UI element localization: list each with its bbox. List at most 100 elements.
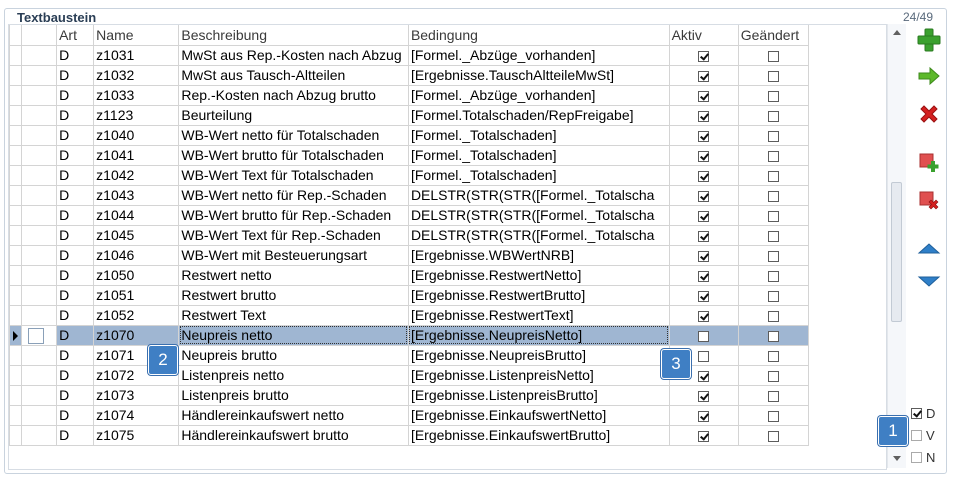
aktiv-checkbox[interactable] [698, 390, 710, 402]
cell-aktiv[interactable] [668, 304, 739, 326]
cell-name[interactable]: z1040 [93, 124, 180, 146]
table-row[interactable]: Dz1070 Neupreis netto [Ergebnisse.Neupreis… [9, 324, 810, 346]
cell-geaendert[interactable] [737, 84, 810, 106]
delete-button[interactable] [914, 100, 944, 128]
cell-name[interactable]: z1033 [93, 84, 180, 106]
cell-art[interactable]: D [56, 284, 95, 306]
geaendert-checkbox[interactable] [767, 290, 779, 302]
table-row[interactable]: Dz1123 Beurteilung [Formel.Totalschaden/Re… [9, 104, 810, 126]
row-selector[interactable] [21, 424, 58, 446]
geaendert-checkbox[interactable] [767, 130, 779, 142]
cell-aktiv[interactable] [668, 324, 739, 346]
cell-aktiv[interactable] [668, 104, 739, 126]
aktiv-checkbox[interactable] [698, 430, 710, 442]
scrollbar-thumb[interactable] [891, 182, 902, 322]
cell-geaendert[interactable] [737, 264, 810, 286]
cell-bedingung[interactable]: [Ergebnisse.RestwertBrutto] [407, 284, 670, 306]
cell-geaendert[interactable] [737, 384, 810, 406]
cell-beschreibung[interactable]: Restwert netto [178, 264, 409, 286]
geaendert-checkbox[interactable] [767, 150, 779, 162]
cell-bedingung[interactable]: [Ergebnisse.NeupreisNetto] [407, 324, 670, 346]
cell-bedingung[interactable]: [Ergebnisse.RestwertText] [407, 304, 670, 326]
cell-beschreibung[interactable]: Listenpreis netto [178, 364, 409, 386]
cell-bedingung[interactable]: [Ergebnisse.WBWertNRB] [407, 244, 670, 266]
remove-row-button[interactable] [914, 186, 944, 214]
row-selector[interactable] [21, 204, 58, 226]
table-row[interactable]: Dz1042 WB-Wert Text für Totalschaden [Form… [9, 164, 810, 186]
cell-art[interactable]: D [56, 384, 95, 406]
geaendert-checkbox[interactable] [767, 430, 779, 442]
table-row[interactable]: Dz1043 WB-Wert netto für Rep.-Schaden DELS… [9, 184, 810, 206]
cell-geaendert[interactable] [737, 164, 810, 186]
aktiv-checkbox[interactable] [698, 290, 710, 302]
aktiv-checkbox[interactable] [698, 310, 710, 322]
table-row[interactable]: Dz1052 Restwert Text [Ergebnisse.RestwertT… [9, 304, 810, 326]
cell-beschreibung[interactable]: WB-Wert Text für Rep.-Schaden [178, 224, 409, 246]
cell-geaendert[interactable] [737, 44, 810, 66]
filter-d[interactable]: D [911, 406, 935, 421]
header-aktiv[interactable]: Aktiv [668, 25, 739, 46]
cell-aktiv[interactable] [668, 424, 739, 446]
geaendert-checkbox[interactable] [767, 110, 779, 122]
geaendert-checkbox[interactable] [767, 330, 779, 342]
cell-name[interactable]: z1042 [93, 164, 180, 186]
aktiv-checkbox[interactable] [698, 210, 710, 222]
cell-geaendert[interactable] [737, 104, 810, 126]
geaendert-checkbox[interactable] [767, 210, 779, 222]
cell-geaendert[interactable] [737, 144, 810, 166]
cell-aktiv[interactable] [668, 204, 739, 226]
cell-geaendert[interactable] [737, 244, 810, 266]
cell-beschreibung[interactable]: Restwert Text [178, 304, 409, 326]
cell-name[interactable]: z1032 [93, 64, 180, 86]
cell-art[interactable]: D [56, 424, 95, 446]
cell-aktiv[interactable] [668, 284, 739, 306]
header-bedingung[interactable]: Bedingung [407, 25, 670, 46]
cell-name[interactable]: z1044 [93, 204, 180, 226]
geaendert-checkbox[interactable] [767, 50, 779, 62]
row-selector[interactable] [21, 144, 58, 166]
header-beschreibung[interactable]: Beschreibung [178, 25, 409, 46]
cell-geaendert[interactable] [737, 64, 810, 86]
header-select[interactable] [21, 25, 58, 46]
cell-art[interactable]: D [56, 164, 95, 186]
cell-aktiv[interactable] [668, 84, 739, 106]
table-row[interactable]: Dz1032 MwSt aus Tausch-Altteilen [Ergebnis… [9, 64, 810, 86]
table-row[interactable]: Dz1041 WB-Wert brutto für Totalschaden [Fo… [9, 144, 810, 166]
geaendert-checkbox[interactable] [767, 70, 779, 82]
cell-art[interactable]: D [56, 64, 95, 86]
cell-art[interactable]: D [56, 104, 95, 126]
cell-beschreibung[interactable]: Neupreis netto [178, 324, 409, 346]
aktiv-checkbox[interactable] [698, 230, 710, 242]
geaendert-checkbox[interactable] [767, 350, 779, 362]
cell-art[interactable]: D [56, 204, 95, 226]
cell-beschreibung[interactable]: Beurteilung [178, 104, 409, 126]
cell-aktiv[interactable] [668, 164, 739, 186]
cell-art[interactable]: D [56, 344, 95, 366]
table-row[interactable]: Dz1051 Restwert brutto [Ergebnisse.Restwer… [9, 284, 810, 306]
cell-name[interactable]: z1045 [93, 224, 180, 246]
geaendert-checkbox[interactable] [767, 170, 779, 182]
cell-geaendert[interactable] [737, 364, 810, 386]
cell-beschreibung[interactable]: WB-Wert netto für Rep.-Schaden [178, 184, 409, 206]
aktiv-checkbox[interactable] [698, 170, 710, 182]
row-selector[interactable] [21, 344, 58, 366]
cell-bedingung[interactable]: [Formel._Totalschaden] [407, 164, 670, 186]
table-row[interactable]: Dz1031 MwSt aus Rep.-Kosten nach Abzug [Fo… [9, 44, 810, 66]
cell-geaendert[interactable] [737, 324, 810, 346]
cell-beschreibung[interactable]: WB-Wert brutto für Totalschaden [178, 144, 409, 166]
cell-bedingung[interactable]: [Formel._Totalschaden] [407, 144, 670, 166]
table-row[interactable]: Dz1040 WB-Wert netto für Totalschaden [For… [9, 124, 810, 146]
cell-aktiv[interactable] [668, 44, 739, 66]
geaendert-checkbox[interactable] [767, 410, 779, 422]
geaendert-checkbox[interactable] [767, 390, 779, 402]
cell-bedingung[interactable]: [Ergebnisse.NeupreisBrutto] [407, 344, 670, 366]
forward-button[interactable] [914, 62, 944, 90]
cell-bedingung[interactable]: [Ergebnisse.EinkaufswertNetto] [407, 404, 670, 426]
row-selector[interactable] [21, 64, 58, 86]
cell-bedingung[interactable]: [Formel.Totalschaden/RepFreigabe] [407, 104, 670, 126]
row-selector[interactable] [21, 364, 58, 386]
table-row[interactable]: Dz1075 Händlereinkaufswert brutto [Ergebni… [9, 424, 810, 446]
row-selector[interactable] [21, 324, 58, 346]
aktiv-checkbox[interactable] [698, 50, 710, 62]
cell-aktiv[interactable] [668, 404, 739, 426]
